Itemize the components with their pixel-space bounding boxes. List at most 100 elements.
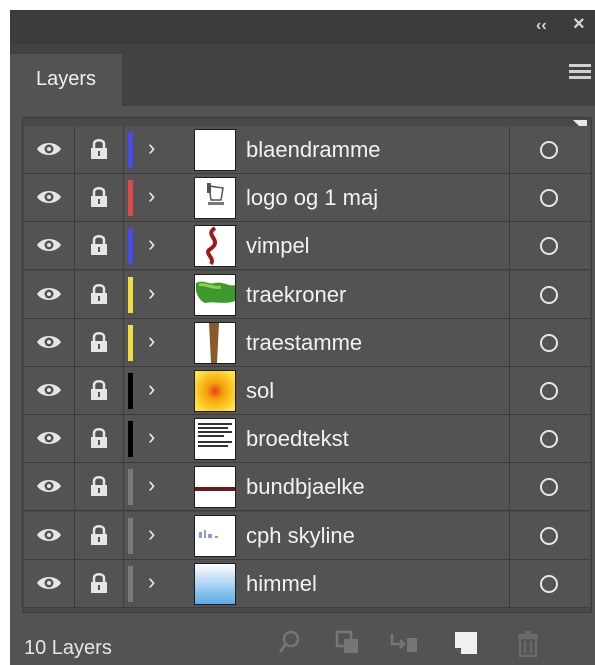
target-circle-icon[interactable] — [540, 237, 558, 256]
layer-count: 10 Layers — [24, 637, 112, 659]
visibility-toggle[interactable] — [24, 222, 75, 270]
lock-toggle[interactable] — [75, 174, 124, 222]
lock-toggle[interactable] — [75, 318, 124, 366]
visibility-toggle[interactable] — [24, 174, 75, 222]
layer-name[interactable]: traestamme — [246, 330, 362, 356]
collapse-panel-button[interactable]: ‹‹ — [536, 17, 547, 35]
target-circle-icon[interactable] — [540, 574, 558, 593]
expand-chevron-icon[interactable]: › — [148, 328, 155, 353]
lock-icon — [91, 283, 107, 304]
visibility-toggle[interactable] — [24, 270, 75, 318]
target-cell[interactable] — [509, 559, 591, 607]
target-circle-icon[interactable] — [540, 189, 558, 208]
layer-name[interactable]: bundbjaelke — [246, 474, 365, 500]
expand-chevron-icon[interactable]: › — [148, 136, 155, 160]
layer-name[interactable]: himmel — [246, 571, 317, 597]
layer-row[interactable]: › traestamme — [24, 318, 591, 367]
target-cell[interactable] — [509, 174, 591, 222]
tab-layers[interactable]: Layers — [10, 54, 122, 106]
target-circle-icon[interactable] — [540, 382, 558, 400]
lock-toggle[interactable] — [75, 463, 124, 511]
lock-toggle[interactable] — [75, 270, 124, 318]
tab-strip: Layers — [10, 44, 595, 106]
target-cell[interactable] — [509, 367, 591, 414]
visibility-toggle[interactable] — [24, 559, 75, 607]
move-to-layer-icon[interactable] — [390, 630, 420, 656]
target-circle-icon[interactable] — [540, 478, 558, 497]
lock-icon — [91, 524, 107, 545]
lock-toggle[interactable] — [75, 559, 124, 607]
bottom-bar-thumbnail — [194, 466, 236, 509]
eye-icon — [37, 528, 61, 541]
visibility-toggle[interactable] — [24, 367, 75, 414]
lock-toggle[interactable] — [75, 415, 124, 463]
expand-chevron-icon[interactable]: › — [148, 232, 155, 256]
lock-toggle[interactable] — [75, 511, 124, 559]
layer-name[interactable]: sol — [246, 378, 274, 404]
layer-name[interactable]: broedtekst — [246, 426, 349, 452]
new-layer-icon[interactable] — [453, 630, 479, 656]
target-cell[interactable] — [509, 511, 591, 559]
visibility-toggle[interactable] — [24, 415, 75, 463]
target-circle-icon[interactable] — [540, 333, 558, 352]
layer-color-indicator — [128, 421, 133, 458]
layer-name[interactable]: blaendramme — [246, 137, 381, 163]
lock-icon — [91, 476, 107, 497]
lock-icon — [91, 139, 107, 159]
target-cell[interactable] — [509, 415, 591, 463]
green-treetops-thumbnail — [194, 273, 236, 316]
target-circle-icon[interactable] — [540, 141, 558, 159]
visibility-toggle[interactable] — [24, 463, 75, 511]
target-circle-icon[interactable] — [540, 430, 558, 449]
target-circle-icon[interactable] — [540, 285, 558, 304]
layer-row[interactable]: › vimpel — [24, 222, 591, 271]
expand-chevron-icon[interactable]: › — [148, 521, 155, 546]
layer-name[interactable]: logo og 1 maj — [246, 185, 378, 211]
eye-icon — [37, 432, 61, 445]
target-cell[interactable] — [509, 318, 591, 366]
layer-row[interactable]: › sol — [24, 367, 590, 415]
layer-color-indicator — [128, 276, 133, 313]
expand-chevron-icon[interactable]: › — [148, 280, 155, 305]
lock-toggle[interactable] — [75, 126, 124, 173]
panel-menu-icon[interactable] — [569, 64, 591, 84]
layer-row[interactable]: › bundbjaelke — [24, 463, 591, 512]
lock-toggle[interactable] — [75, 222, 124, 270]
expand-chevron-icon[interactable]: › — [148, 569, 155, 594]
layer-name[interactable]: vimpel — [246, 233, 310, 259]
lock-icon — [91, 331, 107, 352]
lock-toggle[interactable] — [75, 367, 124, 414]
layer-row[interactable]: › himmel — [24, 559, 591, 608]
target-cell[interactable] — [509, 222, 591, 270]
expand-chevron-icon[interactable]: › — [148, 425, 155, 449]
close-panel-button[interactable]: × — [573, 14, 585, 34]
layer-row[interactable]: › broedtekst — [24, 415, 591, 464]
layer-color-indicator — [128, 132, 133, 168]
skyline-thumbnail — [194, 514, 236, 557]
expand-chevron-icon[interactable]: › — [148, 377, 155, 401]
visibility-toggle[interactable] — [24, 318, 75, 366]
target-cell[interactable] — [509, 126, 591, 173]
layer-row[interactable]: › blaendramme — [24, 126, 590, 174]
layer-row[interactable]: › traekroner — [24, 270, 591, 319]
clipping-mask-icon[interactable] — [335, 630, 361, 656]
target-cell[interactable] — [509, 270, 591, 318]
layer-row[interactable]: › cph skyline — [24, 511, 591, 560]
expand-chevron-icon[interactable]: › — [148, 473, 155, 497]
search-icon[interactable] — [278, 630, 302, 656]
visibility-toggle[interactable] — [24, 511, 75, 559]
lock-icon — [91, 187, 107, 208]
eye-icon — [37, 143, 61, 155]
target-circle-icon[interactable] — [540, 526, 558, 545]
visibility-toggle[interactable] — [24, 126, 75, 173]
logo-thumbnail — [194, 177, 236, 220]
expand-chevron-icon[interactable]: › — [148, 184, 155, 208]
layer-row[interactable]: › logo og 1 maj — [24, 174, 591, 223]
target-cell[interactable] — [509, 463, 591, 511]
delete-icon[interactable] — [515, 630, 541, 658]
eye-icon — [37, 384, 61, 396]
layer-name[interactable]: traekroner — [246, 282, 346, 308]
layer-name[interactable]: cph skyline — [246, 523, 355, 549]
layer-color-indicator — [128, 228, 133, 265]
lock-icon — [91, 428, 107, 449]
